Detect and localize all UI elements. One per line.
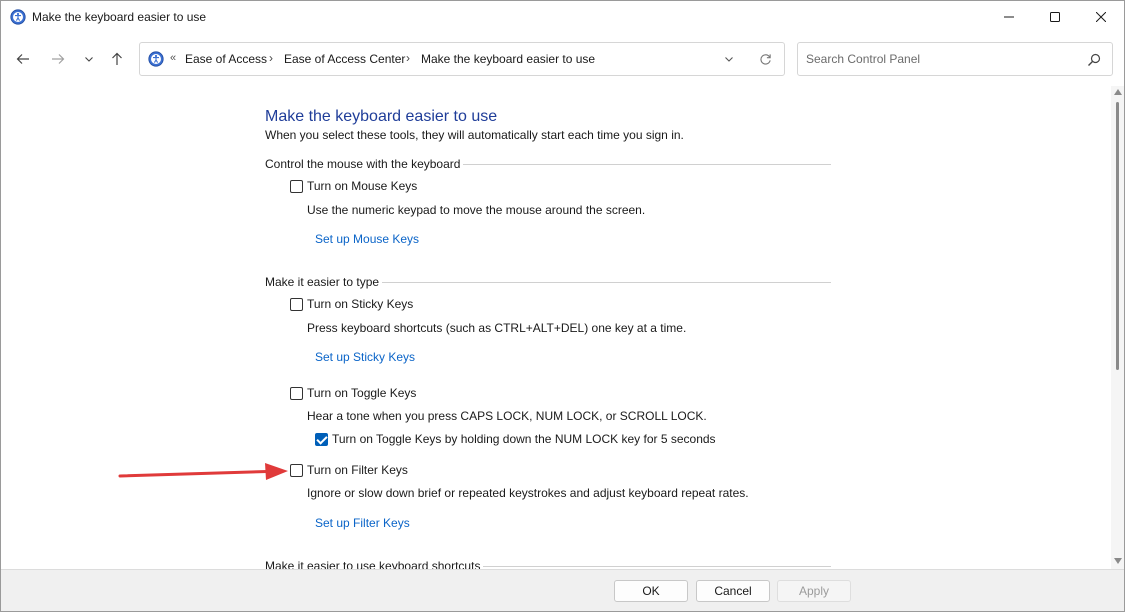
mouse-keys-label[interactable]: Turn on Mouse Keys bbox=[307, 179, 417, 193]
search-input[interactable] bbox=[806, 51, 1076, 67]
toggle-keys-checkbox[interactable] bbox=[290, 386, 303, 400]
section-mouse-header: Control the mouse with the keyboard bbox=[265, 157, 831, 173]
vertical-scrollbar[interactable] bbox=[1111, 86, 1124, 569]
main-content: Make the keyboard easier to use When you… bbox=[1, 86, 1111, 569]
toggle-keys-label[interactable]: Turn on Toggle Keys bbox=[307, 386, 416, 400]
cancel-button[interactable]: Cancel bbox=[696, 580, 770, 602]
section-shortcuts-header: Make it easier to use keyboard shortcuts bbox=[265, 559, 831, 569]
window-title: Make the keyboard easier to use bbox=[32, 10, 207, 24]
forward-arrow-icon bbox=[52, 54, 65, 64]
filter-keys-option[interactable]: Turn on Filter Keys bbox=[290, 462, 408, 478]
scroll-down-icon[interactable] bbox=[1114, 558, 1122, 564]
mouse-keys-description: Use the numeric keypad to move the mouse… bbox=[307, 203, 646, 217]
search-box[interactable] bbox=[797, 42, 1113, 76]
apply-button[interactable]: Apply bbox=[777, 580, 851, 602]
address-dropdown-button[interactable] bbox=[720, 50, 738, 68]
section-typing-header: Make it easier to type bbox=[265, 275, 831, 291]
dialog-footer: OK Cancel Apply bbox=[1, 569, 1124, 611]
breadcrumb-ease-of-access-center[interactable]: Ease of Access Center bbox=[284, 52, 405, 66]
minimize-icon bbox=[1004, 16, 1014, 18]
refresh-button[interactable] bbox=[756, 50, 774, 68]
page-title: Make the keyboard easier to use bbox=[265, 108, 498, 125]
control-panel-window: Make the keyboard easier to use « Ease o… bbox=[0, 0, 1125, 612]
chevron-down-icon bbox=[85, 57, 93, 62]
section-label: Make it easier to use keyboard shortcuts bbox=[265, 559, 484, 569]
ease-of-access-icon bbox=[148, 51, 164, 67]
back-button[interactable] bbox=[11, 47, 35, 71]
setup-sticky-keys-link[interactable]: Set up Sticky Keys bbox=[315, 350, 415, 364]
toggle-keys-numlock-label[interactable]: Turn on Toggle Keys by holding down the … bbox=[332, 432, 716, 446]
breadcrumb-current-page[interactable]: Make the keyboard easier to use bbox=[421, 52, 595, 66]
refresh-icon bbox=[759, 53, 771, 65]
toggle-keys-numlock-option[interactable]: Turn on Toggle Keys by holding down the … bbox=[315, 431, 716, 447]
toggle-keys-option[interactable]: Turn on Toggle Keys bbox=[290, 385, 416, 401]
setup-filter-keys-link[interactable]: Set up Filter Keys bbox=[315, 516, 410, 530]
scroll-thumb[interactable] bbox=[1116, 102, 1119, 370]
breadcrumb-separator[interactable]: › bbox=[406, 51, 410, 65]
close-icon bbox=[1096, 12, 1106, 22]
forward-button[interactable] bbox=[46, 47, 70, 71]
toggle-keys-description: Hear a tone when you press CAPS LOCK, NU… bbox=[307, 409, 707, 423]
ease-of-access-icon bbox=[10, 9, 26, 25]
breadcrumb-separator[interactable]: › bbox=[269, 51, 273, 65]
search-icon[interactable] bbox=[1086, 52, 1102, 68]
toggle-keys-numlock-checkbox[interactable] bbox=[315, 432, 328, 446]
section-label: Control the mouse with the keyboard bbox=[265, 157, 464, 171]
maximize-icon bbox=[1050, 12, 1060, 22]
mouse-keys-checkbox[interactable] bbox=[290, 179, 303, 193]
overflow-chevron[interactable]: « bbox=[170, 52, 176, 64]
scroll-up-icon[interactable] bbox=[1114, 89, 1122, 95]
title-bar: Make the keyboard easier to use bbox=[1, 1, 1124, 33]
sticky-keys-description: Press keyboard shortcuts (such as CTRL+A… bbox=[307, 321, 687, 335]
mouse-keys-option[interactable]: Turn on Mouse Keys bbox=[290, 178, 417, 194]
filter-keys-description: Ignore or slow down brief or repeated ke… bbox=[307, 486, 749, 500]
close-button[interactable] bbox=[1078, 1, 1124, 33]
up-button[interactable] bbox=[105, 47, 129, 71]
annotation-arrow-icon bbox=[118, 463, 288, 480]
sticky-keys-label[interactable]: Turn on Sticky Keys bbox=[307, 297, 413, 311]
section-label: Make it easier to type bbox=[265, 275, 383, 289]
sticky-keys-checkbox[interactable] bbox=[290, 297, 303, 311]
recent-locations-button[interactable] bbox=[77, 47, 101, 71]
chevron-down-icon bbox=[725, 57, 733, 62]
ok-button[interactable]: OK bbox=[614, 580, 688, 602]
sticky-keys-option[interactable]: Turn on Sticky Keys bbox=[290, 296, 413, 312]
setup-mouse-keys-link[interactable]: Set up Mouse Keys bbox=[315, 232, 419, 246]
maximize-button[interactable] bbox=[1032, 1, 1078, 33]
navigation-bar: « Ease of Access › Ease of Access Center… bbox=[1, 33, 1124, 85]
back-arrow-icon bbox=[16, 54, 29, 64]
filter-keys-label[interactable]: Turn on Filter Keys bbox=[307, 463, 408, 477]
up-arrow-icon bbox=[112, 52, 122, 65]
breadcrumb-ease-of-access[interactable]: Ease of Access bbox=[185, 52, 267, 66]
page-subtitle: When you select these tools, they will a… bbox=[265, 128, 684, 142]
minimize-button[interactable] bbox=[986, 1, 1032, 33]
address-bar[interactable]: « Ease of Access › Ease of Access Center… bbox=[139, 42, 785, 76]
